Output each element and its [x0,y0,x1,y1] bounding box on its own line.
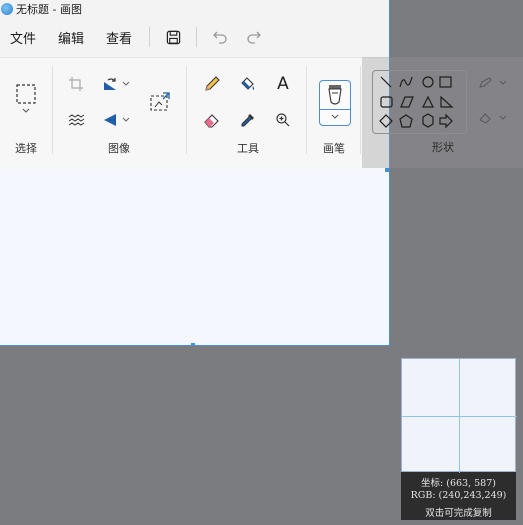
magnifier-tool-button[interactable] [271,108,295,132]
rotate-icon [104,78,116,90]
redo-button[interactable] [242,25,266,49]
group-label-brushes: 画笔 [323,142,345,155]
group-label-select: 选择 [15,142,37,155]
chevron-down-icon [331,114,339,119]
flip-icon [104,114,116,126]
shapes-panel: 形状 [362,57,523,168]
undo-icon [213,31,227,44]
flip-button[interactable] [98,108,134,132]
zoom-in-icon [276,113,290,127]
group-label-tools: 工具 [237,142,259,155]
paint-app-icon [1,3,13,15]
title-bar: 无标题 - 画图 [0,0,389,18]
text-tool-button[interactable]: A [271,72,295,96]
outline-icon [479,77,507,88]
group-separator [360,66,361,154]
menu-file[interactable]: 文件 [0,28,47,47]
eraser-icon [204,114,219,128]
undo-button[interactable] [208,25,232,49]
eraser-button[interactable] [200,108,224,132]
paint-bucket-icon [241,77,255,90]
eyedropper-icon [241,114,254,127]
menu-bar: 文件 编辑 查看 [0,23,389,51]
magnifier-coords: 坐标: (663, 587) [421,478,496,489]
group-separator [306,66,307,154]
select-rectangle-icon [16,84,36,104]
drawing-canvas[interactable] [0,169,389,345]
brush-icon [328,85,342,105]
magnifier-view [401,358,517,473]
rotate-button[interactable] [98,72,134,96]
resize-button[interactable] [64,108,88,132]
select-button[interactable] [14,82,38,106]
crop-icon [69,77,83,91]
shapes-gallery [372,70,467,134]
menu-separator-2 [196,27,198,47]
group-label-image: 图像 [108,142,130,155]
outline-button[interactable] [478,76,508,93]
group-separator [186,66,187,154]
color-magnifier[interactable]: 坐标: (663, 587) RGB: (240,243,249) 双击可完成复… [401,358,517,520]
paint-window: 无标题 - 画图 文件 编辑 查看 选择 图像 A 工具 画笔 [0,0,390,346]
crosshair-vertical [459,359,460,473]
select-dropdown[interactable] [14,104,38,118]
pencil-icon [205,76,220,91]
redo-icon [247,31,261,44]
image-resize-icon [150,92,170,111]
crop-button[interactable] [64,72,88,96]
chevron-down-icon [22,108,30,113]
fill-button[interactable] [236,72,260,96]
shape-fill-icon [479,113,507,124]
window-title: 无标题 - 画图 [16,3,82,16]
group-label-shapes: 形状 [432,141,454,154]
chevron-down-icon [122,117,130,122]
image-properties-button[interactable] [148,90,172,114]
resize-handle-bottom[interactable] [191,343,195,345]
magnifier-hint: 双击可完成复制 [425,508,492,519]
menu-edit[interactable]: 编辑 [47,28,95,47]
fill-shape-button[interactable] [478,111,508,128]
pencil-button[interactable] [200,72,224,96]
color-picker-button[interactable] [236,108,260,132]
brushes-button[interactable] [319,80,351,126]
resize-handle-right[interactable] [385,168,389,172]
save-button[interactable] [161,25,185,49]
shapes-icon-grid [379,76,454,129]
chevron-down-icon [122,81,130,86]
ribbon: 选择 图像 A 工具 画笔 [0,57,389,170]
brushes-divider [320,109,350,110]
magnifier-rgb: RGB: (240,243,249) [410,490,507,501]
resize-icon [68,114,85,126]
menu-view[interactable]: 查看 [95,28,143,47]
group-separator [52,66,53,154]
menu-separator [149,27,151,47]
save-icon [166,30,180,44]
